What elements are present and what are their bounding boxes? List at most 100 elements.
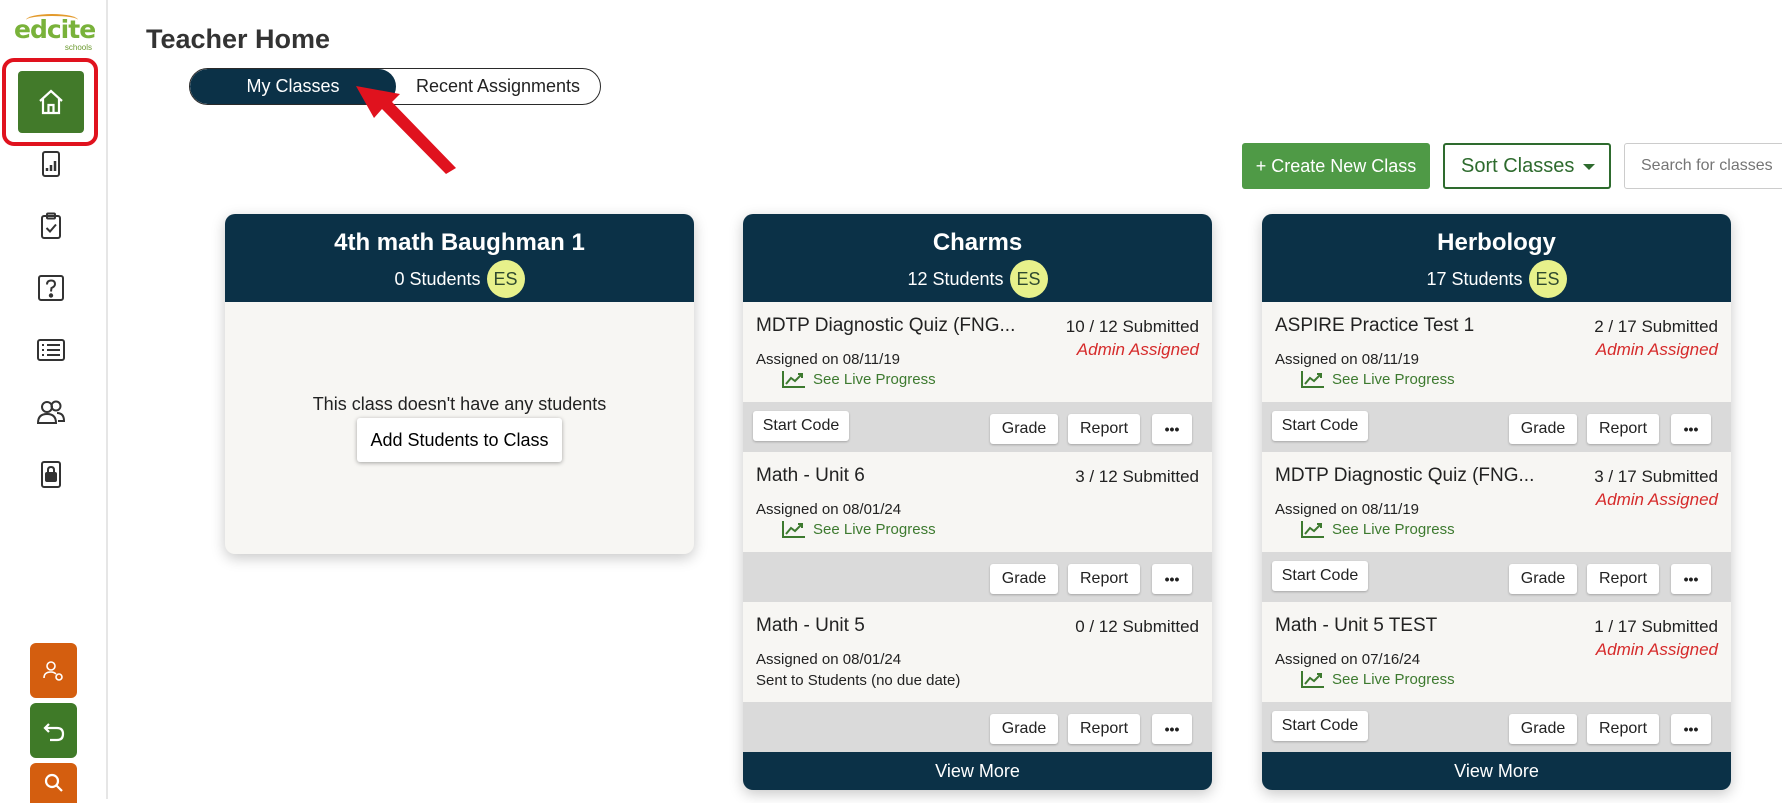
empty-class-message: This class doesn't have any students xyxy=(312,394,607,414)
view-more-button[interactable]: View More xyxy=(743,752,1212,790)
assignment-actions: Start Code Grade Report ••• xyxy=(743,402,1212,452)
assigned-date: Assigned on 08/11/19 xyxy=(756,351,901,368)
more-options-button[interactable]: ••• xyxy=(1671,564,1711,594)
see-live-progress-label: See Live Progress xyxy=(1332,670,1455,688)
assignment-actions: Grade Report ••• xyxy=(743,702,1212,752)
see-live-progress-link[interactable]: See Live Progress xyxy=(781,519,936,539)
more-options-button[interactable]: ••• xyxy=(1152,714,1192,744)
admin-assigned-label: Admin Assigned xyxy=(1076,340,1199,359)
nav-assignments-button[interactable] xyxy=(18,195,84,257)
assigned-date: Assigned on 08/11/19 xyxy=(1275,501,1420,518)
assignment-item[interactable]: Math - Unit 5 0 / 12 Submitted Assigned … xyxy=(743,602,1212,702)
search-classes-input[interactable] xyxy=(1624,143,1782,189)
submission-count: 1 / 17 Submitted xyxy=(1594,617,1718,636)
student-count: 12 Students xyxy=(907,268,1004,289)
trend-chart-icon xyxy=(1301,671,1324,688)
grade-button[interactable]: Grade xyxy=(1509,714,1577,744)
student-count: 17 Students xyxy=(1426,268,1523,289)
nav-lists-button[interactable] xyxy=(18,319,84,381)
admin-assigned-label: Admin Assigned xyxy=(1595,490,1718,509)
teacher-badge: ES xyxy=(1528,260,1567,298)
users-icon xyxy=(36,400,66,424)
undo-icon xyxy=(42,722,64,741)
back-button[interactable] xyxy=(30,703,77,758)
assignment-title: ASPIRE Practice Test 1 xyxy=(1275,315,1475,336)
more-options-button[interactable]: ••• xyxy=(1671,714,1711,744)
create-new-class-button[interactable]: + Create New Class xyxy=(1242,143,1430,189)
submission-count: 3 / 17 Submitted xyxy=(1594,467,1718,486)
assignment-actions: Start Code Grade Report ••• xyxy=(1262,552,1731,602)
class-card-header[interactable]: Charms 12 Students ES xyxy=(743,214,1212,302)
submission-count: 10 / 12 Submitted xyxy=(1065,317,1199,336)
class-name: Herbology xyxy=(1437,229,1556,256)
report-button[interactable]: Report xyxy=(1068,414,1140,444)
grade-button[interactable]: Grade xyxy=(990,714,1058,744)
see-live-progress-label: See Live Progress xyxy=(813,370,936,388)
nav-home-button[interactable] xyxy=(18,71,84,133)
see-live-progress-link[interactable]: See Live Progress xyxy=(1300,669,1455,689)
empty-class-body: This class doesn't have any students Add… xyxy=(225,302,694,554)
report-button[interactable]: Report xyxy=(1587,564,1659,594)
grade-button[interactable]: Grade xyxy=(990,414,1058,444)
search-button[interactable] xyxy=(30,763,77,803)
more-options-button[interactable]: ••• xyxy=(1152,564,1192,594)
assignment-item[interactable]: MDTP Diagnostic Quiz (FNG... 10 / 12 Sub… xyxy=(743,302,1212,402)
assignment-item[interactable]: ASPIRE Practice Test 1 2 / 17 Submitted … xyxy=(1262,302,1731,402)
see-live-progress-link[interactable]: See Live Progress xyxy=(781,369,936,389)
nav-students-button[interactable] xyxy=(18,381,84,443)
assignment-actions: Start Code Grade Report ••• xyxy=(1262,702,1731,752)
class-students-row: 17 Students ES xyxy=(1262,260,1731,298)
sort-classes-dropdown[interactable]: Sort Classes xyxy=(1443,143,1611,189)
sent-status: Sent to Students (no due date) xyxy=(756,672,961,689)
see-live-progress-label: See Live Progress xyxy=(1332,370,1455,388)
more-options-button[interactable]: ••• xyxy=(1671,414,1711,444)
assignment-item[interactable]: Math - Unit 5 TEST 1 / 17 Submitted Admi… xyxy=(1262,602,1731,702)
nav-admin-button[interactable] xyxy=(18,443,84,505)
add-students-button[interactable]: Add Students to Class xyxy=(357,418,562,462)
sort-classes-label: Sort Classes xyxy=(1461,154,1575,177)
assigned-date: Assigned on 08/11/19 xyxy=(1275,351,1420,368)
see-live-progress-link[interactable]: See Live Progress xyxy=(1300,369,1455,389)
class-card: Herbology 17 Students ES ASPIRE Practice… xyxy=(1262,214,1731,790)
view-more-button[interactable]: View More xyxy=(1262,752,1731,790)
see-live-progress-label: See Live Progress xyxy=(1332,520,1455,538)
edcite-logo[interactable]: edcite schools xyxy=(14,14,96,54)
start-code-button[interactable]: Start Code xyxy=(1272,711,1368,741)
home-icon xyxy=(39,89,63,115)
assignment-item[interactable]: Math - Unit 6 3 / 12 Submitted Assigned … xyxy=(743,452,1212,552)
student-count: 0 Students xyxy=(394,268,481,289)
assignment-actions: Grade Report ••• xyxy=(743,552,1212,602)
grade-button[interactable]: Grade xyxy=(1509,564,1577,594)
class-name: Charms xyxy=(932,229,1023,256)
trend-chart-icon xyxy=(782,371,805,388)
nav-questions-button[interactable] xyxy=(18,257,84,319)
report-button[interactable]: Report xyxy=(1587,714,1659,744)
submission-count: 3 / 12 Submitted xyxy=(1075,467,1199,486)
start-code-button[interactable]: Start Code xyxy=(1272,411,1368,441)
start-code-button[interactable]: Start Code xyxy=(1272,561,1368,591)
bar-chart-icon xyxy=(42,151,60,177)
nav-reports-button[interactable] xyxy=(18,133,84,195)
report-button[interactable]: Report xyxy=(1068,714,1140,744)
report-button[interactable]: Report xyxy=(1068,564,1140,594)
class-card-header[interactable]: 4th math Baughman 1 0 Students ES xyxy=(225,214,694,302)
more-options-button[interactable]: ••• xyxy=(1152,414,1192,444)
grade-button[interactable]: Grade xyxy=(1509,414,1577,444)
red-arrow-annotation xyxy=(356,86,456,174)
see-live-progress-label: See Live Progress xyxy=(813,520,936,538)
report-button[interactable]: Report xyxy=(1587,414,1659,444)
submission-count: 0 / 12 Submitted xyxy=(1075,617,1199,636)
chevron-down-icon xyxy=(1583,164,1595,170)
start-code-button[interactable]: Start Code xyxy=(753,411,849,441)
assigned-date: Assigned on 08/01/24 xyxy=(756,501,902,518)
see-live-progress-link[interactable]: See Live Progress xyxy=(1300,519,1455,539)
assignment-item[interactable]: MDTP Diagnostic Quiz (FNG... 3 / 17 Subm… xyxy=(1262,452,1731,552)
user-settings-icon xyxy=(42,660,63,681)
submission-count: 2 / 17 Submitted xyxy=(1594,317,1718,336)
logo-arc xyxy=(26,14,78,26)
grade-button[interactable]: Grade xyxy=(990,564,1058,594)
account-settings-button[interactable] xyxy=(30,643,77,698)
class-card-header[interactable]: Herbology 17 Students ES xyxy=(1262,214,1731,302)
assignment-title: MDTP Diagnostic Quiz (FNG... xyxy=(756,315,1016,336)
admin-assigned-label: Admin Assigned xyxy=(1595,340,1718,359)
